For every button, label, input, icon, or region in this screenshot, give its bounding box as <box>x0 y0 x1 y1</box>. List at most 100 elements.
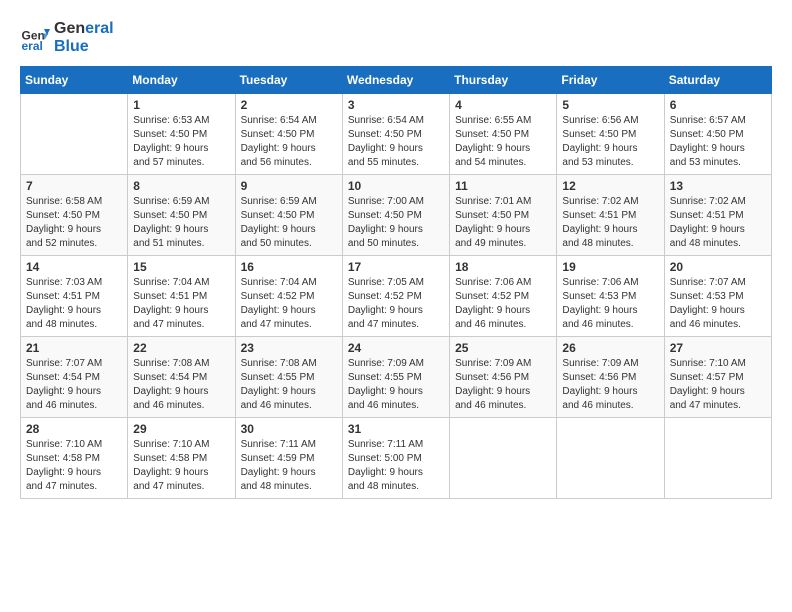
day-info: Sunrise: 7:11 AM Sunset: 5:00 PM Dayligh… <box>348 438 444 494</box>
column-header-saturday: Saturday <box>664 67 771 94</box>
svg-text:eral: eral <box>22 39 43 53</box>
day-number: 12 <box>562 179 658 193</box>
day-cell: 15Sunrise: 7:04 AM Sunset: 4:51 PM Dayli… <box>128 256 235 337</box>
day-cell <box>450 418 557 499</box>
day-cell: 8 Sunrise: 6:59 AM Sunset: 4:50 PM Daylig… <box>128 175 235 256</box>
day-cell: 29Sunrise: 7:10 AM Sunset: 4:58 PM Dayli… <box>128 418 235 499</box>
day-number: 15 <box>133 260 229 274</box>
day-cell: 1 Sunrise: 6:53 AM Sunset: 4:50 PM Daylig… <box>128 94 235 175</box>
day-info: Sunrise: 6:56 AM Sunset: 4:50 PM Dayligh… <box>562 114 658 170</box>
day-number: 26 <box>562 341 658 355</box>
day-info: Sunrise: 7:06 AM Sunset: 4:53 PM Dayligh… <box>562 276 658 332</box>
day-cell: 22 Sunrise: 7:08 AM Sunset: 4:54 PM Dayli… <box>128 337 235 418</box>
day-info: Sunrise: 6:59 AM Sunset: 4:50 PM Dayligh… <box>133 195 229 251</box>
day-number: 20 <box>670 260 766 274</box>
day-number: 28 <box>26 422 122 436</box>
day-info: Sunrise: 7:02 AM Sunset: 4:51 PM Dayligh… <box>670 195 766 251</box>
week-row-3: 14Sunrise: 7:03 AM Sunset: 4:51 PM Dayli… <box>21 256 772 337</box>
day-cell: 26 Sunrise: 7:09 AM Sunset: 4:56 PM Dayli… <box>557 337 664 418</box>
day-cell: 9 Sunrise: 6:59 AM Sunset: 4:50 PM Daylig… <box>235 175 342 256</box>
day-number: 14 <box>26 260 122 274</box>
logo: Gen eral General Blue <box>20 20 114 56</box>
day-number: 11 <box>455 179 551 193</box>
page-header: Gen eral General Blue <box>20 20 772 56</box>
column-header-wednesday: Wednesday <box>342 67 449 94</box>
day-info: Sunrise: 7:05 AM Sunset: 4:52 PM Dayligh… <box>348 276 444 332</box>
week-row-4: 21Sunrise: 7:07 AM Sunset: 4:54 PM Dayli… <box>21 337 772 418</box>
day-info: Sunrise: 6:58 AM Sunset: 4:50 PM Dayligh… <box>26 195 122 251</box>
day-cell: 20 Sunrise: 7:07 AM Sunset: 4:53 PM Dayli… <box>664 256 771 337</box>
week-row-1: 1 Sunrise: 6:53 AM Sunset: 4:50 PM Daylig… <box>21 94 772 175</box>
column-header-thursday: Thursday <box>450 67 557 94</box>
day-cell: 30 Sunrise: 7:11 AM Sunset: 4:59 PM Dayli… <box>235 418 342 499</box>
calendar-table: SundayMondayTuesdayWednesdayThursdayFrid… <box>20 66 772 499</box>
day-cell: 18 Sunrise: 7:06 AM Sunset: 4:52 PM Dayli… <box>450 256 557 337</box>
day-cell: 25Sunrise: 7:09 AM Sunset: 4:56 PM Dayli… <box>450 337 557 418</box>
day-number: 6 <box>670 98 766 112</box>
day-cell: 27Sunrise: 7:10 AM Sunset: 4:57 PM Dayli… <box>664 337 771 418</box>
day-info: Sunrise: 7:10 AM Sunset: 4:58 PM Dayligh… <box>26 438 122 494</box>
day-cell <box>557 418 664 499</box>
day-info: Sunrise: 7:10 AM Sunset: 4:57 PM Dayligh… <box>670 357 766 413</box>
day-number: 16 <box>241 260 337 274</box>
day-cell: 24Sunrise: 7:09 AM Sunset: 4:55 PM Dayli… <box>342 337 449 418</box>
day-info: Sunrise: 6:59 AM Sunset: 4:50 PM Dayligh… <box>241 195 337 251</box>
day-number: 5 <box>562 98 658 112</box>
day-cell: 28 Sunrise: 7:10 AM Sunset: 4:58 PM Dayli… <box>21 418 128 499</box>
day-number: 19 <box>562 260 658 274</box>
day-number: 17 <box>348 260 444 274</box>
day-number: 23 <box>241 341 337 355</box>
day-number: 21 <box>26 341 122 355</box>
logo-text: General <box>54 20 114 38</box>
week-row-5: 28 Sunrise: 7:10 AM Sunset: 4:58 PM Dayli… <box>21 418 772 499</box>
day-cell <box>664 418 771 499</box>
day-cell: 31 Sunrise: 7:11 AM Sunset: 5:00 PM Dayli… <box>342 418 449 499</box>
day-number: 31 <box>348 422 444 436</box>
day-number: 3 <box>348 98 444 112</box>
day-info: Sunrise: 7:09 AM Sunset: 4:56 PM Dayligh… <box>562 357 658 413</box>
day-number: 22 <box>133 341 229 355</box>
day-info: Sunrise: 6:57 AM Sunset: 4:50 PM Dayligh… <box>670 114 766 170</box>
day-number: 8 <box>133 179 229 193</box>
column-header-sunday: Sunday <box>21 67 128 94</box>
day-number: 1 <box>133 98 229 112</box>
day-info: Sunrise: 6:54 AM Sunset: 4:50 PM Dayligh… <box>241 114 337 170</box>
day-cell: 21Sunrise: 7:07 AM Sunset: 4:54 PM Dayli… <box>21 337 128 418</box>
column-header-monday: Monday <box>128 67 235 94</box>
day-cell: 11 Sunrise: 7:01 AM Sunset: 4:50 PM Dayli… <box>450 175 557 256</box>
day-number: 10 <box>348 179 444 193</box>
day-info: Sunrise: 7:02 AM Sunset: 4:51 PM Dayligh… <box>562 195 658 251</box>
week-row-2: 7 Sunrise: 6:58 AM Sunset: 4:50 PM Daylig… <box>21 175 772 256</box>
day-cell: 17 Sunrise: 7:05 AM Sunset: 4:52 PM Dayli… <box>342 256 449 337</box>
day-number: 18 <box>455 260 551 274</box>
day-number: 2 <box>241 98 337 112</box>
day-info: Sunrise: 6:54 AM Sunset: 4:50 PM Dayligh… <box>348 114 444 170</box>
day-info: Sunrise: 7:00 AM Sunset: 4:50 PM Dayligh… <box>348 195 444 251</box>
day-cell: 4Sunrise: 6:55 AM Sunset: 4:50 PM Daylig… <box>450 94 557 175</box>
day-info: Sunrise: 7:08 AM Sunset: 4:55 PM Dayligh… <box>241 357 337 413</box>
day-number: 13 <box>670 179 766 193</box>
day-info: Sunrise: 7:06 AM Sunset: 4:52 PM Dayligh… <box>455 276 551 332</box>
day-info: Sunrise: 6:55 AM Sunset: 4:50 PM Dayligh… <box>455 114 551 170</box>
day-number: 7 <box>26 179 122 193</box>
day-cell: 12 Sunrise: 7:02 AM Sunset: 4:51 PM Dayli… <box>557 175 664 256</box>
column-header-tuesday: Tuesday <box>235 67 342 94</box>
day-info: Sunrise: 7:11 AM Sunset: 4:59 PM Dayligh… <box>241 438 337 494</box>
day-number: 25 <box>455 341 551 355</box>
calendar-body: 1 Sunrise: 6:53 AM Sunset: 4:50 PM Daylig… <box>21 94 772 499</box>
day-info: Sunrise: 7:07 AM Sunset: 4:53 PM Dayligh… <box>670 276 766 332</box>
day-info: Sunrise: 7:01 AM Sunset: 4:50 PM Dayligh… <box>455 195 551 251</box>
calendar-header-row: SundayMondayTuesdayWednesdayThursdayFrid… <box>21 67 772 94</box>
day-cell: 16Sunrise: 7:04 AM Sunset: 4:52 PM Dayli… <box>235 256 342 337</box>
day-info: Sunrise: 7:08 AM Sunset: 4:54 PM Dayligh… <box>133 357 229 413</box>
day-cell: 6 Sunrise: 6:57 AM Sunset: 4:50 PM Daylig… <box>664 94 771 175</box>
day-cell: 13 Sunrise: 7:02 AM Sunset: 4:51 PM Dayli… <box>664 175 771 256</box>
day-info: Sunrise: 7:10 AM Sunset: 4:58 PM Dayligh… <box>133 438 229 494</box>
day-number: 30 <box>241 422 337 436</box>
day-info: Sunrise: 7:09 AM Sunset: 4:55 PM Dayligh… <box>348 357 444 413</box>
day-number: 9 <box>241 179 337 193</box>
day-cell: 14Sunrise: 7:03 AM Sunset: 4:51 PM Dayli… <box>21 256 128 337</box>
day-cell: 3 Sunrise: 6:54 AM Sunset: 4:50 PM Daylig… <box>342 94 449 175</box>
logo-text2: Blue <box>54 38 114 56</box>
day-info: Sunrise: 6:53 AM Sunset: 4:50 PM Dayligh… <box>133 114 229 170</box>
